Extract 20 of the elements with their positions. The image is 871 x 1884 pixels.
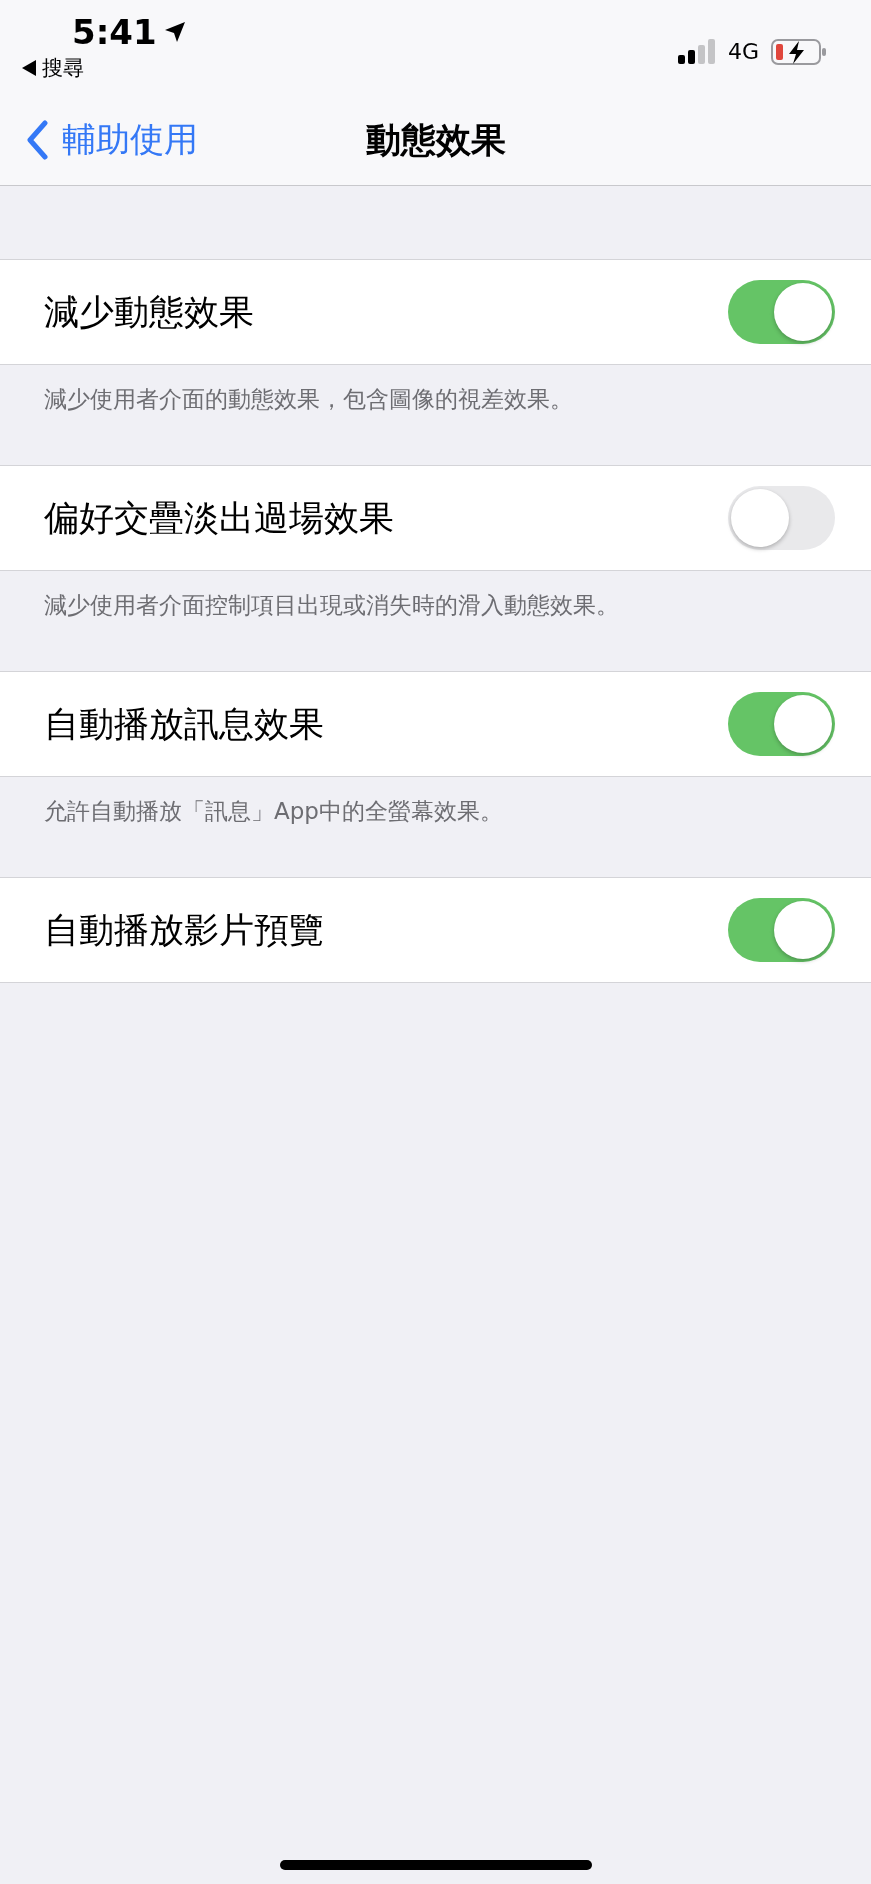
setting-description: 減少使用者介面控制項目出現或消失時的滑入動態效果。: [44, 591, 620, 620]
back-triangle-icon[interactable]: [22, 60, 36, 76]
setting-label: 自動播放訊息效果: [44, 702, 324, 746]
page-title: 動態效果: [365, 118, 506, 162]
back-button[interactable]: 輔助使用: [0, 116, 204, 164]
network-label: 4G: [727, 39, 759, 64]
signal-icon: [677, 38, 716, 65]
toggle-switch[interactable]: [728, 898, 835, 962]
setting-label: 偏好交疊淡出過場效果: [44, 496, 394, 540]
status-time: 5:41: [72, 12, 157, 52]
toggle-switch[interactable]: [728, 280, 835, 344]
back-to-app-link[interactable]: 搜尋: [42, 54, 84, 82]
back-chevron-icon[interactable]: [26, 120, 48, 160]
setting-label: 自動播放影片預覽: [44, 908, 324, 952]
toggle-switch[interactable]: [728, 486, 835, 550]
setting-description: 減少使用者介面的動態效果，包含圖像的視差效果。: [44, 385, 574, 414]
setting-description: 允許自動播放「訊息」App中的全螢幕效果。: [44, 797, 504, 826]
battery-charging-icon: [771, 37, 827, 66]
toggle-switch[interactable]: [728, 692, 835, 756]
setting-label: 減少動態效果: [44, 290, 254, 334]
